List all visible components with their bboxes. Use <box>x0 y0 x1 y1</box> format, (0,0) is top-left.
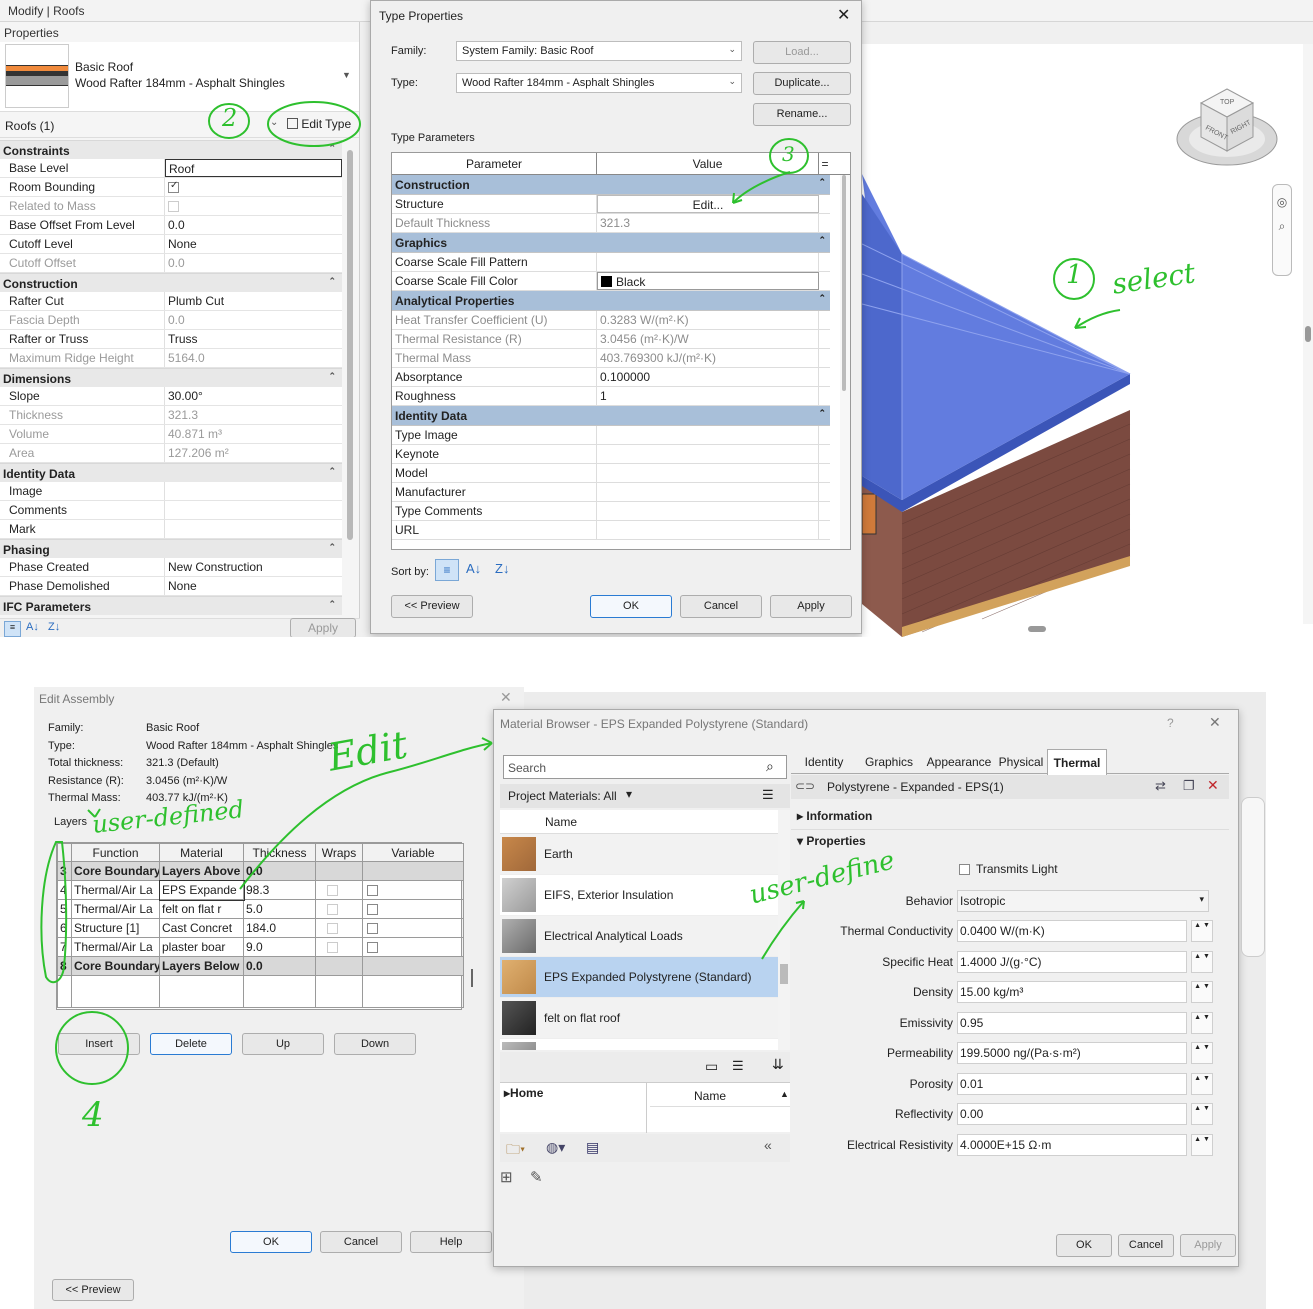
handwritten-annotations-bottom <box>40 737 805 1085</box>
revit-top-screen: Modify | Roofs Properties Basic Roof Woo… <box>0 0 1313 637</box>
annotation-step-1: 1 <box>1066 260 1083 290</box>
revit-bottom-screen: Edit Assembly ✕ Family: Basic Roof Type: Wo… <box>0 637 1313 1309</box>
handwritten-annotations-top <box>208 101 1121 329</box>
annotation-step-3: 3 <box>782 142 795 166</box>
annotation-step-2: 2 <box>222 104 238 132</box>
annotation-step-4: 4 <box>82 1095 104 1135</box>
